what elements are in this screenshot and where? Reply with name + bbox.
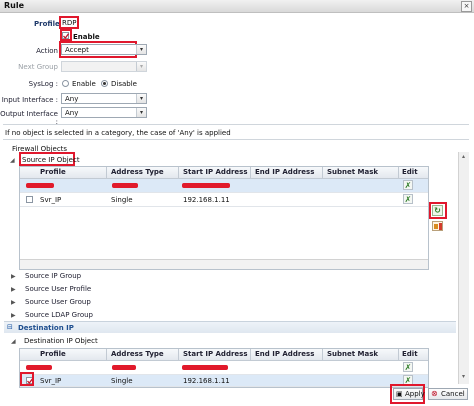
collapse-icon[interactable]: ⊟ bbox=[7, 323, 13, 331]
col-address-type: Address Type bbox=[111, 350, 164, 358]
horizontal-scrollbar[interactable] bbox=[20, 259, 428, 269]
refresh-icon[interactable]: ↻ bbox=[432, 205, 443, 216]
col-edit: Edit bbox=[402, 168, 418, 176]
enable-checkbox[interactable] bbox=[62, 32, 69, 39]
col-address-type: Address Type bbox=[111, 168, 164, 176]
tree-source-ldap-group[interactable]: Source LDAP Group bbox=[25, 311, 93, 319]
expand-triangle-icon[interactable]: ▶ bbox=[11, 286, 16, 293]
row-address-type: Single bbox=[111, 196, 133, 204]
expand-triangle-icon[interactable]: ▶ bbox=[11, 299, 16, 306]
tree-source-user-profile[interactable]: Source User Profile bbox=[25, 285, 91, 293]
row-start-ip: 192.168.1.11 bbox=[183, 377, 230, 385]
cancel-button[interactable]: ⊗ Cancel bbox=[428, 388, 468, 400]
expand-triangle-icon[interactable]: ▶ bbox=[11, 312, 16, 319]
add-object-icon[interactable] bbox=[432, 221, 443, 231]
destination-ip-grid: Profile Address Type Start IP Address En… bbox=[19, 348, 429, 388]
action-select[interactable]: Accept ▾ bbox=[61, 44, 147, 55]
grid-header: Profile Address Type Start IP Address En… bbox=[20, 167, 428, 179]
syslog-label: SysLog : bbox=[28, 80, 58, 88]
syslog-enable-label: Enable bbox=[72, 80, 96, 88]
output-interface-select[interactable]: Any ▾ bbox=[61, 107, 147, 118]
close-button[interactable]: × bbox=[461, 1, 472, 12]
row-start-ip: 192.168.1.11 bbox=[183, 196, 230, 204]
redacted-mark bbox=[182, 365, 228, 370]
syslog-enable-radio[interactable] bbox=[62, 80, 69, 87]
action-label: Action bbox=[36, 47, 58, 55]
chevron-down-icon[interactable]: ▾ bbox=[136, 94, 146, 103]
row-checkbox[interactable] bbox=[26, 196, 33, 203]
enable-label: Enable bbox=[73, 33, 100, 41]
dest-checkbox-highlight bbox=[20, 372, 34, 386]
window-title: Rule bbox=[4, 1, 25, 10]
col-subnet-mask: Subnet Mask bbox=[327, 350, 379, 358]
col-edit: Edit bbox=[402, 350, 418, 358]
scroll-up-icon[interactable]: ▴ bbox=[460, 154, 467, 160]
edit-tools-icon[interactable]: ✗ bbox=[403, 194, 413, 204]
input-interface-value: Any bbox=[65, 95, 79, 103]
table-row[interactable]: ✗ bbox=[20, 361, 428, 375]
source-ip-grid: Profile Address Type Start IP Address En… bbox=[19, 166, 429, 270]
row-profile: Svr_IP bbox=[40, 196, 62, 204]
table-row[interactable]: ✗ bbox=[20, 179, 428, 193]
input-interface-label: Input Interface : bbox=[1, 96, 58, 104]
tree-source-ip-group[interactable]: Source IP Group bbox=[25, 272, 81, 280]
table-row[interactable]: Svr_IP Single 192.168.1.11 ✗ bbox=[20, 375, 428, 387]
col-profile: Profile bbox=[40, 168, 66, 176]
redacted-mark bbox=[26, 365, 52, 370]
chevron-down-icon: ▾ bbox=[136, 62, 146, 71]
redacted-mark bbox=[182, 183, 230, 188]
row-address-type: Single bbox=[111, 377, 133, 385]
input-interface-select[interactable]: Any ▾ bbox=[61, 93, 147, 104]
tree-source-user-group[interactable]: Source User Group bbox=[25, 298, 91, 306]
output-interface-value: Any bbox=[65, 109, 79, 117]
expand-triangle-icon[interactable]: ◢ bbox=[11, 338, 16, 345]
profile-label: Profile bbox=[34, 20, 60, 28]
redacted-mark bbox=[112, 183, 138, 188]
col-profile: Profile bbox=[40, 350, 66, 358]
vertical-scrollbar[interactable]: ▴ ▾ bbox=[458, 152, 469, 384]
syslog-disable-label: Disable bbox=[111, 80, 137, 88]
destination-ip-label: Destination IP bbox=[18, 324, 74, 332]
edit-tools-icon[interactable]: ✗ bbox=[403, 180, 413, 190]
row-profile: Svr_IP bbox=[40, 377, 62, 385]
source-ip-object-label[interactable]: Source IP Object bbox=[22, 156, 80, 164]
expand-triangle-icon[interactable]: ◢ bbox=[10, 157, 15, 164]
floppy-disk-icon: ▣ bbox=[396, 390, 403, 398]
destination-ip-object-label[interactable]: Destination IP Object bbox=[24, 337, 98, 345]
apply-button[interactable]: ▣ Apply bbox=[393, 388, 425, 400]
chevron-down-icon[interactable]: ▾ bbox=[136, 45, 146, 54]
window-titlebar: Rule × bbox=[0, 0, 474, 13]
destination-ip-bar[interactable]: ⊟ Destination IP bbox=[4, 321, 456, 333]
col-subnet-mask: Subnet Mask bbox=[327, 168, 379, 176]
table-row[interactable]: Svr_IP Single 192.168.1.11 ✗ bbox=[20, 193, 428, 207]
edit-tools-icon[interactable]: ✗ bbox=[403, 362, 413, 372]
syslog-disable-radio[interactable] bbox=[101, 80, 108, 87]
col-start-ip: Start IP Address bbox=[183, 350, 248, 358]
check-icon bbox=[63, 33, 69, 39]
chevron-down-icon[interactable]: ▾ bbox=[136, 108, 146, 117]
expand-triangle-icon[interactable]: ▶ bbox=[11, 273, 16, 280]
next-group-select: ▾ bbox=[61, 61, 147, 72]
redacted-mark bbox=[26, 183, 54, 188]
col-end-ip: End IP Address bbox=[255, 350, 315, 358]
profile-value: RDP bbox=[62, 19, 77, 27]
any-note: If no object is selected in a category, … bbox=[5, 129, 231, 137]
divider bbox=[3, 139, 469, 140]
cancel-icon: ⊗ bbox=[431, 389, 438, 398]
col-end-ip: End IP Address bbox=[255, 168, 315, 176]
next-group-label: Next Group bbox=[18, 63, 58, 71]
grid-header: Profile Address Type Start IP Address En… bbox=[20, 349, 428, 361]
redacted-mark bbox=[112, 365, 136, 370]
scroll-down-icon[interactable]: ▾ bbox=[460, 374, 467, 380]
action-select-value: Accept bbox=[65, 46, 89, 54]
divider bbox=[3, 124, 469, 125]
col-start-ip: Start IP Address bbox=[183, 168, 248, 176]
